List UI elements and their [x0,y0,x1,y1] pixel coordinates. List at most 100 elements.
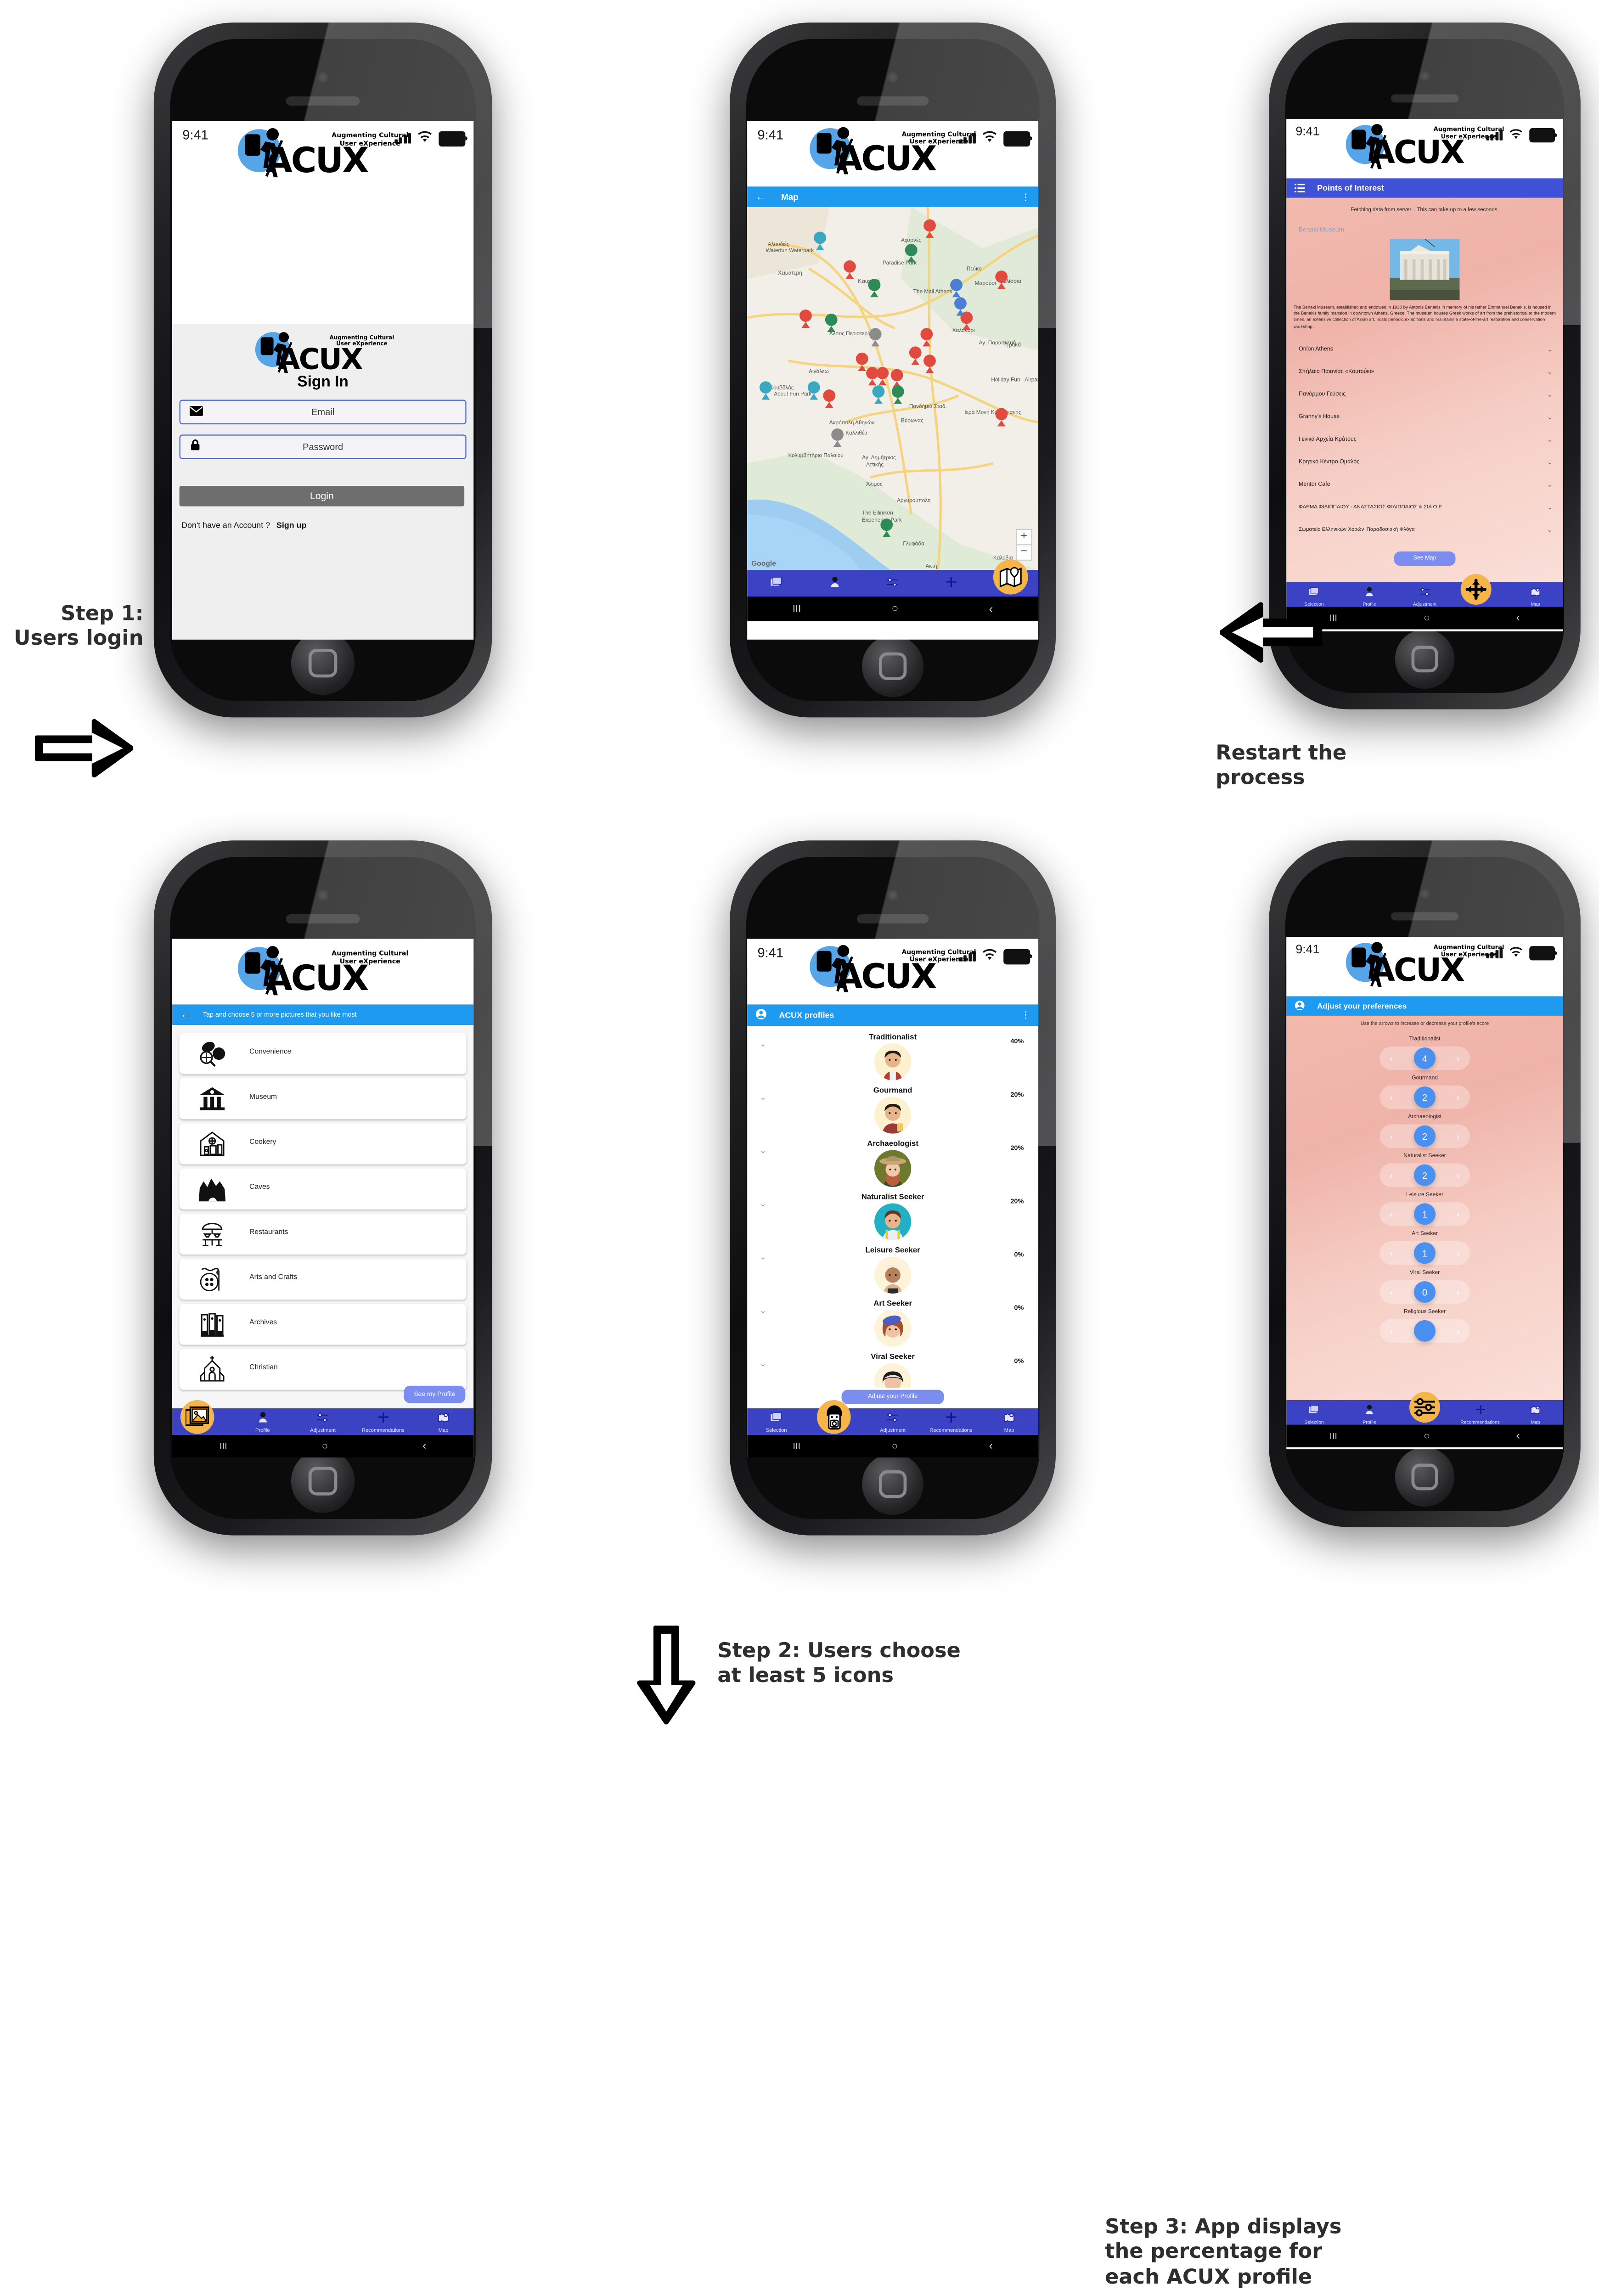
back-nav-button[interactable]: ‹ [422,1440,426,1452]
map-fab[interactable] [993,559,1028,595]
password-field[interactable]: Password [179,434,467,459]
selection-item-cookery[interactable]: Cookery [180,1123,466,1165]
nav-map[interactable]: Map [1508,1400,1563,1425]
profile-fab[interactable] [816,1400,851,1434]
profile-row[interactable]: ⌄ Viral Seeker 0% [747,1349,1038,1388]
nav-selection[interactable]: Selection [1286,1400,1342,1425]
recents-button[interactable]: III [1329,1431,1337,1441]
adjust-profile-button[interactable]: Adjust your Profile [841,1390,944,1404]
selection-item-caves[interactable]: Caves [180,1168,466,1210]
profile-row[interactable]: ⌄ Naturalist Seeker 20% [747,1189,1038,1242]
nav-profile[interactable]: Profile [232,1408,293,1435]
chevron-left-icon[interactable]: ‹ [1390,1053,1393,1063]
nav-recommendations[interactable]: Recommendations [353,1408,413,1435]
home-button[interactable] [862,1453,924,1515]
selection-item-arts-and-crafts[interactable]: Arts and Crafts [180,1258,466,1300]
list-menu-icon[interactable] [1295,179,1305,197]
chevron-down-icon[interactable]: ⌄ [1547,503,1553,512]
stepper-leisure-seeker[interactable]: ‹ 1 › [1379,1202,1470,1226]
poi-list-item[interactable]: Γενικά Αρχεία Κράτους ⌄ [1286,432,1563,454]
chevron-down-icon[interactable]: ⌄ [1547,390,1553,399]
see-my-profile-button[interactable]: See my Profile [404,1385,466,1403]
stepper-traditionalist[interactable]: ‹ 4 › [1379,1046,1470,1070]
chevron-right-icon[interactable]: › [1457,1092,1460,1102]
chevron-left-icon[interactable]: ‹ [1390,1170,1393,1180]
account-circle-icon[interactable] [1295,997,1305,1015]
chevron-left-icon[interactable]: ‹ [1390,1092,1393,1102]
login-button[interactable]: Login [179,485,465,506]
nav-profile[interactable]: Profile [1342,582,1397,607]
back-icon[interactable]: ← [755,191,767,203]
back-nav-button[interactable]: ‹ [989,1440,993,1452]
profile-row[interactable]: ⌄ Leisure Seeker 0% [747,1242,1038,1295]
nav-recommendations[interactable]: Recommendations [922,1408,980,1435]
chevron-right-icon[interactable]: › [1457,1248,1460,1258]
home-nav-button[interactable]: ○ [322,1441,328,1452]
chevron-right-icon[interactable]: › [1457,1287,1460,1297]
poi-list-item[interactable]: ΦΑΡΜΑ ΦΙΛΙΠΠΑΙΟΥ - ΑΝΑΣΤΑΣΙΟΣ ΦΙΛΙΠΠΑΙΟΣ… [1286,499,1563,522]
stepper-naturalist-seeker[interactable]: ‹ 2 › [1379,1163,1470,1187]
google-map[interactable]: Αχαρνές Paradise Park Πεύκη Μαρούσι Μελίσσι… [747,207,1039,570]
nav-map[interactable]: Map [1508,582,1563,607]
back-nav-button[interactable]: ‹ [1516,1430,1520,1442]
featured-poi-name[interactable]: Benaki Museum [1299,226,1344,234]
more-vertical-icon[interactable]: ⋮ [1021,1010,1030,1020]
poi-list-item[interactable]: Mentor Cafe ⌄ [1286,477,1563,499]
home-nav-button[interactable]: ○ [1424,613,1430,624]
nav-selection[interactable] [747,570,805,597]
chevron-down-icon[interactable]: ⌄ [1547,413,1553,422]
chevron-right-icon[interactable]: › [1457,1209,1460,1219]
recents-button[interactable]: III [793,603,801,615]
chevron-right-icon[interactable]: › [1457,1053,1460,1063]
zoom-out-button[interactable]: − [1015,544,1032,561]
selection-item-convenience[interactable]: Convenience [180,1033,466,1075]
chevron-left-icon[interactable]: ‹ [1390,1131,1393,1141]
chevron-right-icon[interactable]: › [1457,1131,1460,1141]
poi-list-item[interactable]: Κρητικό Κέντρο Ομαλός ⌄ [1286,454,1563,477]
adjustment-fab[interactable] [1409,1392,1441,1423]
nav-profile[interactable]: Profile [1342,1400,1397,1425]
chevron-down-icon[interactable]: ⌄ [1547,368,1553,377]
selection-item-museum[interactable]: Museum [180,1078,466,1120]
nav-map[interactable]: Map [413,1408,473,1435]
nav-adjustment[interactable]: Adjustment [864,1408,922,1435]
chevron-right-icon[interactable]: › [1457,1170,1460,1180]
poi-list-item[interactable]: Σπήλαιο Παιανίας «Κουτούκι» ⌄ [1286,364,1563,386]
nav-selection[interactable]: Selection [747,1408,805,1435]
home-button[interactable] [1395,1447,1455,1507]
poi-list-item[interactable]: Πανόρμου Γεύσεις ⌄ [1286,386,1563,409]
home-nav-button[interactable]: ○ [1424,1430,1430,1442]
chevron-left-icon[interactable]: ‹ [1390,1248,1393,1258]
home-button[interactable] [1395,629,1455,689]
nav-recommendations[interactable] [922,570,980,597]
chevron-left-icon[interactable]: ‹ [1390,1326,1393,1336]
home-nav-button[interactable]: ○ [892,1441,898,1452]
selection-item-restaurants[interactable]: Restaurants [180,1213,466,1255]
home-nav-button[interactable]: ○ [892,602,899,615]
chevron-left-icon[interactable]: ‹ [1390,1287,1393,1297]
back-icon[interactable]: ← [180,1008,192,1020]
nav-map[interactable]: Map [980,1408,1038,1435]
profile-row[interactable]: ⌄ Art Seeker 0% [747,1295,1038,1349]
home-button[interactable] [291,1449,355,1513]
selection-fab[interactable] [180,1400,214,1434]
profile-row[interactable]: ⌄ Gourmand 20% [747,1082,1038,1136]
more-vertical-icon[interactable]: ⋮ [1021,191,1030,202]
stepper-art-seeker[interactable]: ‹ 1 › [1379,1241,1470,1265]
home-button[interactable] [291,631,355,695]
chevron-down-icon[interactable]: ⌄ [1547,481,1553,489]
stepper-gourmand[interactable]: ‹ 2 › [1379,1085,1470,1109]
recents-button[interactable]: III [793,1441,800,1451]
profile-row[interactable]: ⌄ Archaeologist 20% [747,1136,1038,1189]
nav-adjustment[interactable]: Adjustment [293,1408,353,1435]
nav-recommendations[interactable]: Recommendations [1453,1400,1508,1425]
nav-profile[interactable] [805,570,864,597]
stepper-archaeologist[interactable]: ‹ 2 › [1379,1124,1470,1148]
poi-list-item[interactable]: Σωματείο Ελληνικών Χορών 'Παραδοσιακή Φλ… [1286,522,1563,544]
nav-adjustment[interactable]: Adjustment [1397,582,1453,607]
nav-adjustment[interactable] [864,570,922,597]
back-nav-button[interactable]: ‹ [1516,612,1520,625]
see-map-button[interactable]: See Map [1394,551,1456,566]
signup-link[interactable]: Sign up [276,521,306,530]
chevron-down-icon[interactable]: ⌄ [1547,436,1553,444]
